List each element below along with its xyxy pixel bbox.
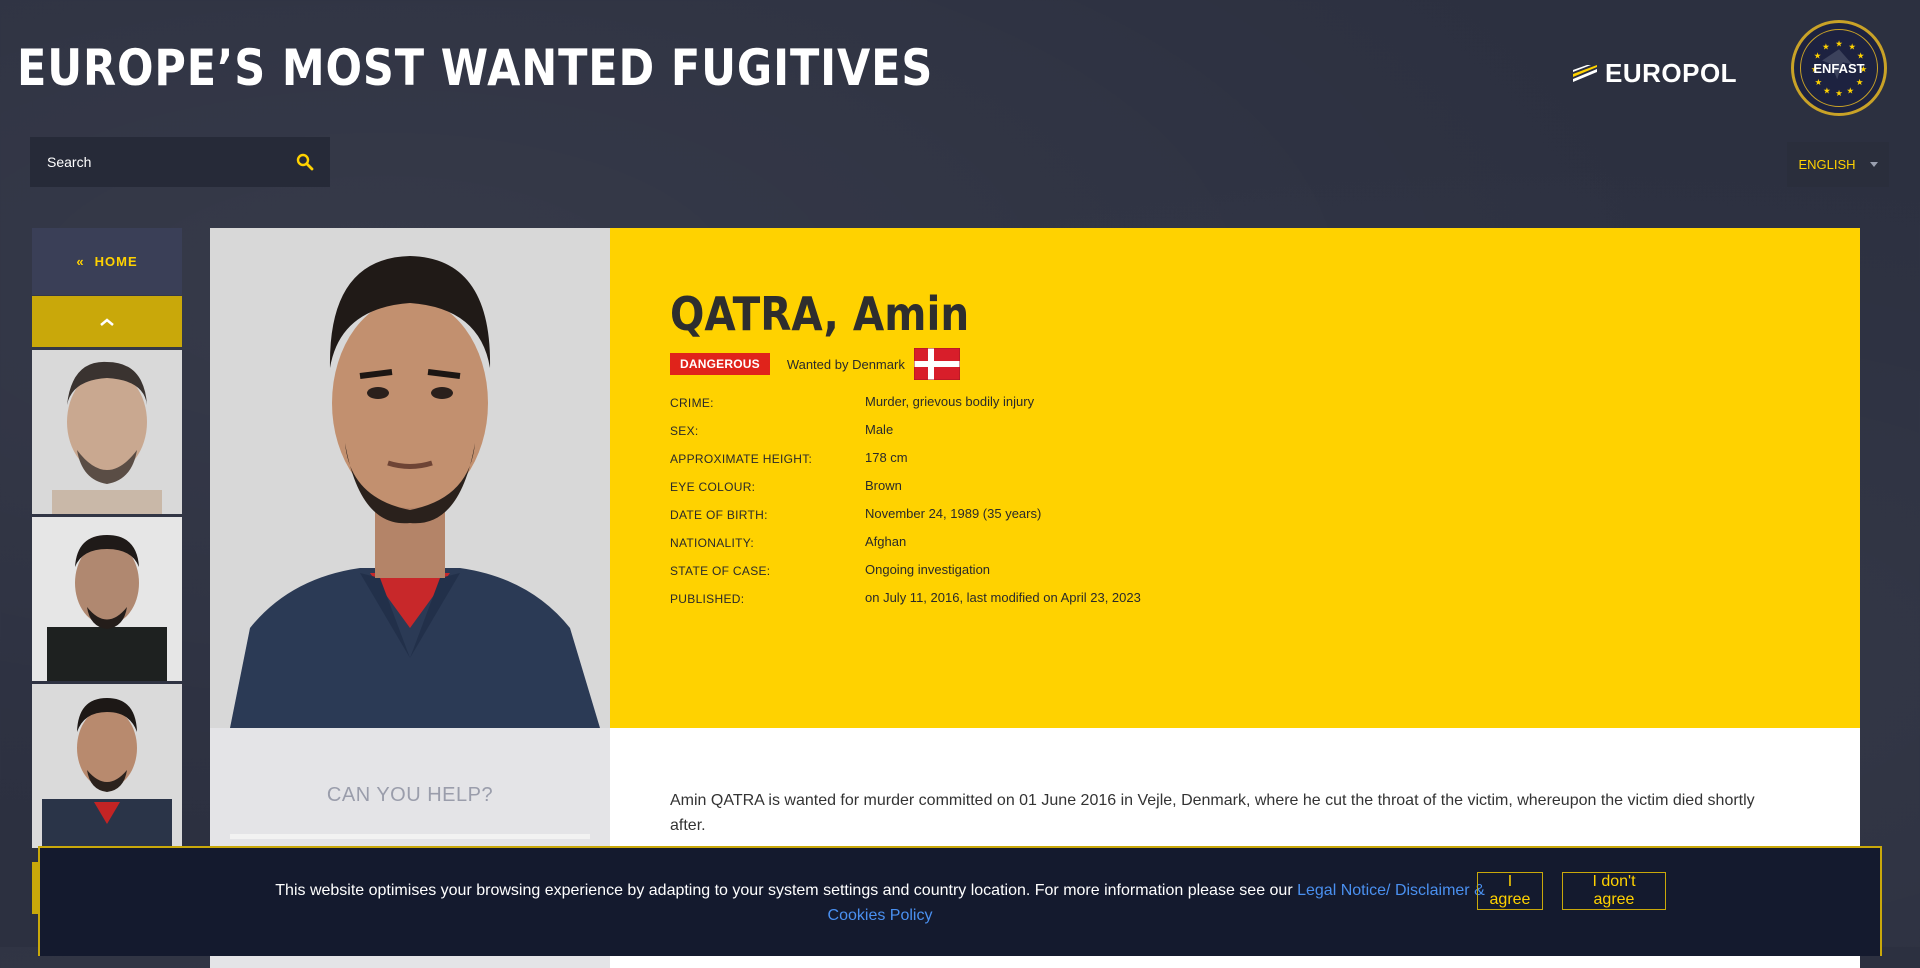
svg-text:★: ★ <box>1857 51 1865 61</box>
enfast-label: ENFAST <box>1813 61 1865 76</box>
agree-button[interactable]: I agree <box>1477 872 1543 910</box>
cookie-text: This website optimises your browsing exp… <box>275 882 1293 899</box>
caret-down-icon <box>1869 162 1878 167</box>
fugitive-name: QATRA, Amin <box>670 287 970 341</box>
cookie-banner: This website optimises your browsing exp… <box>38 846 1882 956</box>
europol-logo[interactable]: EUROPOL <box>1573 58 1737 89</box>
detail-value: Brown <box>865 478 902 493</box>
detail-row: NATIONALITY: Afghan <box>670 534 1141 562</box>
detail-label: CRIME: <box>670 396 714 410</box>
svg-text:★: ★ <box>1835 38 1843 48</box>
europol-wordmark: EUROPOL <box>1605 58 1738 88</box>
detail-value: on July 11, 2016, last modified on April… <box>865 590 1141 605</box>
search-box[interactable] <box>30 137 330 187</box>
detail-row: CRIME: Murder, grievous bodily injury <box>670 394 1141 422</box>
scroll-up-button[interactable] <box>32 296 182 347</box>
europol-mark-icon <box>1573 64 1597 82</box>
disagree-button[interactable]: I don't agree <box>1562 872 1666 910</box>
svg-text:★: ★ <box>1822 41 1830 51</box>
search-icon[interactable] <box>295 152 315 172</box>
detail-label: SEX: <box>670 424 699 438</box>
detail-label: APPROXIMATE HEIGHT: <box>670 452 813 466</box>
detail-label: DATE OF BIRTH: <box>670 508 768 522</box>
language-selected: ENGLISH <box>1798 157 1856 172</box>
sidebar: « HOME <box>32 228 182 848</box>
detail-value: Ongoing investigation <box>865 562 991 577</box>
svg-text:★: ★ <box>1814 51 1822 61</box>
detail-row: PUBLISHED: on July 11, 2016, last modifie… <box>670 590 1141 618</box>
fugitive-thumbnail[interactable] <box>32 350 182 514</box>
details-table: CRIME: Murder, grievous bodily injury SEX… <box>670 394 1141 618</box>
home-button[interactable]: « HOME <box>32 228 182 295</box>
detail-label: STATE OF CASE: <box>670 564 771 578</box>
detail-row: STATE OF CASE: Ongoing investigation <box>670 562 1141 590</box>
detail-value: November 24, 1989 (35 years) <box>865 506 1042 521</box>
home-label: HOME <box>94 254 138 269</box>
enfast-badge[interactable]: ★ ★ ★ ★ ★ ★ ★ ★ ★ ★ ★ ★ ENFAST <box>1791 20 1887 116</box>
cookie-message: This website optimises your browsing exp… <box>250 878 1510 928</box>
chevron-up-icon <box>100 317 114 326</box>
search-input[interactable] <box>45 153 295 171</box>
detail-label: NATIONALITY: <box>670 536 755 550</box>
fugitive-photo <box>210 228 610 728</box>
fugitive-portrait-icon <box>210 228 610 728</box>
svg-text:★: ★ <box>1815 77 1823 87</box>
detail-value: Afghan <box>865 534 907 549</box>
site-title: EUROPE’S MOST WANTED FUGITIVES <box>17 39 934 97</box>
svg-text:★: ★ <box>1856 77 1864 87</box>
detail-value: 178 cm <box>865 450 908 465</box>
double-chevron-left-icon: « <box>76 254 85 269</box>
detail-value: Murder, grievous bodily injury <box>865 394 1035 409</box>
status-badge: DANGEROUS <box>670 353 770 375</box>
svg-text:★: ★ <box>1835 88 1843 98</box>
detail-value: Male <box>865 422 894 437</box>
detail-label: EYE COLOUR: <box>670 480 756 494</box>
fugitive-thumbnail[interactable] <box>32 517 182 681</box>
detail-row: DATE OF BIRTH: November 24, 1989 (35 year… <box>670 506 1141 534</box>
svg-text:★: ★ <box>1823 85 1831 95</box>
detail-label: PUBLISHED: <box>670 592 745 606</box>
denmark-flag-icon <box>913 348 960 380</box>
svg-text:★: ★ <box>1848 41 1856 51</box>
case-description: Amin QATRA is wanted for murder committe… <box>670 792 1755 834</box>
detail-row: SEX: Male <box>670 422 1141 450</box>
help-divider <box>230 834 590 839</box>
wanted-by-text: Wanted by Denmark <box>786 356 905 372</box>
svg-text:★: ★ <box>1847 85 1855 95</box>
detail-row: EYE COLOUR: Brown <box>670 478 1141 506</box>
detail-row: APPROXIMATE HEIGHT: 178 cm <box>670 450 1141 478</box>
language-select[interactable]: ENGLISH <box>1787 142 1889 187</box>
fugitive-thumbnail[interactable] <box>32 684 182 848</box>
help-title: CAN YOU HELP? <box>326 784 494 806</box>
